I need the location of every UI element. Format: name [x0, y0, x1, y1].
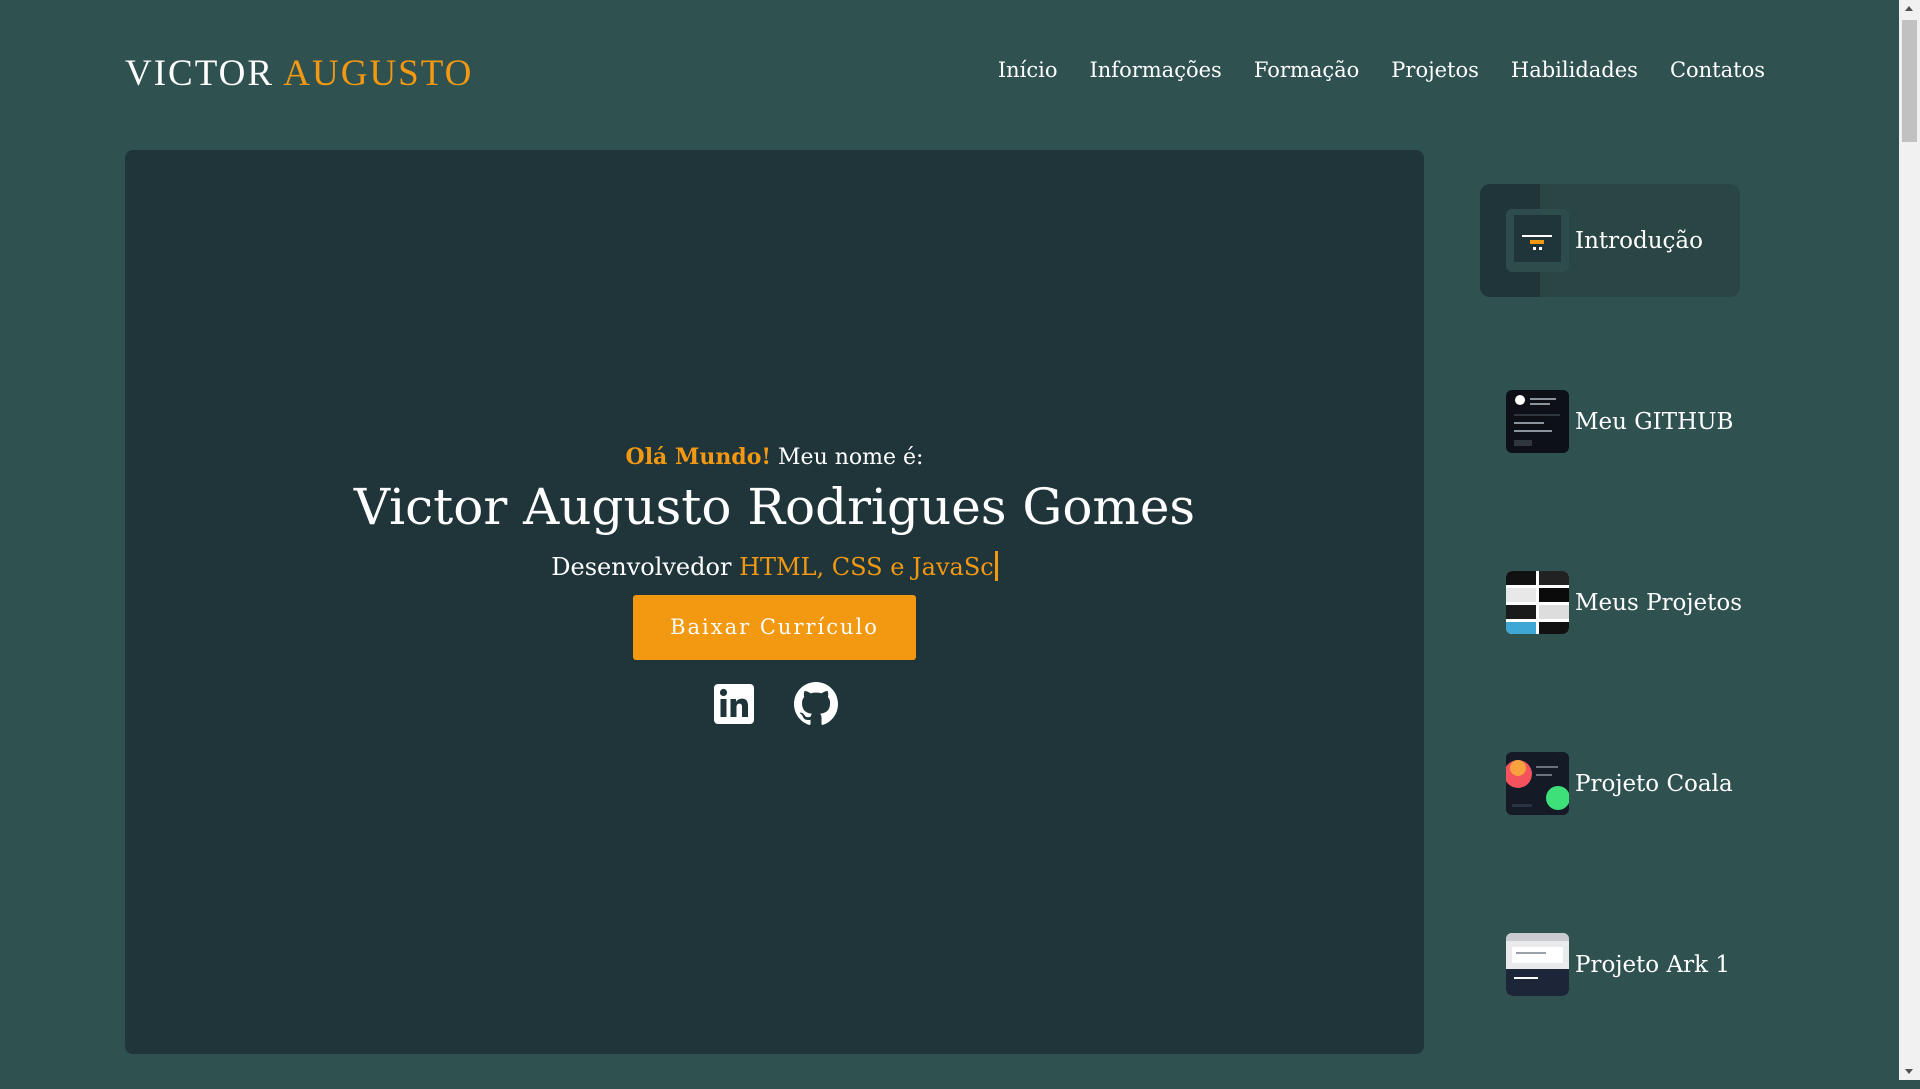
side-item-introducao[interactable]: Introdução: [1480, 184, 1740, 297]
linkedin-icon[interactable]: [712, 682, 756, 726]
social-links: [125, 682, 1424, 726]
nav-formacao[interactable]: Formação: [1254, 58, 1359, 82]
side-carousel: Introdução Meu GITHUB Meus Projetos Proj…: [1480, 184, 1743, 1089]
introducao-thumbnail: [1506, 209, 1569, 272]
side-item-projeto-coala[interactable]: Projeto Coala: [1480, 727, 1740, 840]
nav-habilidades[interactable]: Habilidades: [1511, 58, 1638, 82]
hero-panel: Olá Mundo! Meu nome é: Victor Augusto Ro…: [125, 150, 1424, 1054]
github-icon[interactable]: [793, 682, 838, 726]
meus-projetos-thumbnail: [1506, 571, 1569, 634]
side-item-projeto-ark-1[interactable]: Projeto Ark 1: [1480, 908, 1740, 1021]
hero-content: Olá Mundo! Meu nome é: Victor Augusto Ro…: [125, 444, 1424, 726]
side-item-label: Projeto Coala: [1575, 770, 1733, 797]
nav-projetos[interactable]: Projetos: [1391, 58, 1479, 82]
projeto-ark-1-thumbnail: [1506, 933, 1569, 996]
nav-contatos[interactable]: Contatos: [1670, 58, 1765, 82]
download-cv-button[interactable]: Baixar Currículo: [633, 595, 916, 660]
logo-first-name: VICTOR: [125, 53, 275, 94]
projeto-coala-thumbnail: [1506, 752, 1569, 815]
logo-last-name: AUGUSTO: [283, 53, 474, 94]
nav-informacoes[interactable]: Informações: [1089, 58, 1221, 82]
scroll-down-arrow-icon[interactable]: [1905, 1069, 1913, 1074]
side-item-label: Meu GITHUB: [1575, 408, 1734, 435]
role-prefix: Desenvolvedor: [551, 553, 732, 581]
side-item-meus-projetos[interactable]: Meus Projetos: [1480, 546, 1743, 659]
page-scrollbar[interactable]: [1899, 0, 1920, 1080]
side-item-meu-github[interactable]: Meu GITHUB: [1480, 365, 1740, 478]
greeting-rest: Meu nome é:: [778, 445, 924, 470]
side-item-label: Introdução: [1575, 227, 1703, 254]
hero-name: Victor Augusto Rodrigues Gomes: [353, 478, 1196, 536]
side-item-label: Projeto Ark 1: [1575, 951, 1730, 978]
scrollbar-thumb[interactable]: [1902, 20, 1917, 142]
hero-role: Desenvolvedor HTML, CSS e JavaSc: [125, 551, 1424, 581]
typing-caret: [994, 551, 998, 581]
page: VICTOR AUGUSTO Início Informações Formaç…: [0, 0, 1899, 1080]
site-logo[interactable]: VICTOR AUGUSTO: [125, 52, 473, 95]
nav-inicio[interactable]: Início: [998, 58, 1058, 82]
role-typed-text: HTML, CSS e JavaSc: [739, 553, 994, 581]
greeting-highlight: Olá Mundo!: [625, 444, 772, 470]
main-nav: Início Informações Formação Projetos Hab…: [998, 58, 1765, 82]
side-item-label: Meus Projetos: [1575, 589, 1743, 616]
hero-greeting: Olá Mundo! Meu nome é:: [125, 444, 1424, 470]
meu-github-thumbnail: [1506, 390, 1569, 453]
scroll-up-arrow-icon[interactable]: [1905, 6, 1913, 11]
